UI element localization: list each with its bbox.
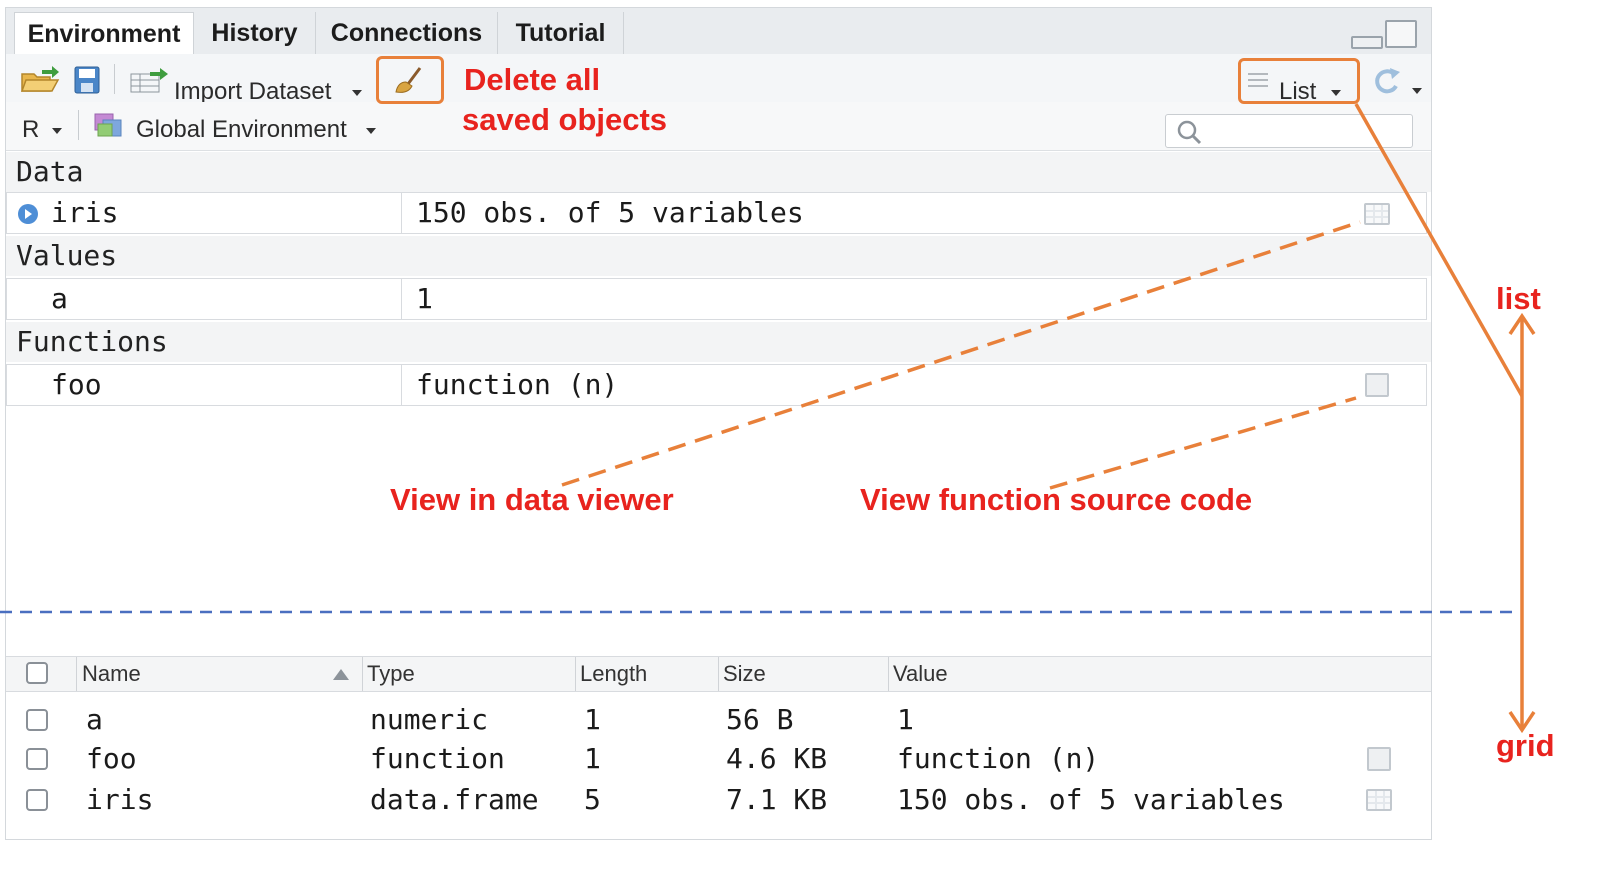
list-highlight-box xyxy=(1238,58,1360,104)
view-mode-pointer xyxy=(1354,103,1524,397)
annotation-overlay xyxy=(0,103,1536,734)
data-viewer-pointer xyxy=(561,220,1361,487)
delete-annotation-line1: Delete all xyxy=(464,62,601,97)
data-viewer-annotation: View in data viewer xyxy=(390,482,674,517)
broom-highlight-box xyxy=(376,56,444,104)
grid-annotation: grid xyxy=(1496,728,1555,763)
function-source-pointer xyxy=(1049,396,1357,490)
delete-annotation-line2: saved objects xyxy=(462,102,668,137)
list-annotation: list xyxy=(1496,281,1541,316)
function-source-annotation: View function source code xyxy=(860,482,1253,517)
